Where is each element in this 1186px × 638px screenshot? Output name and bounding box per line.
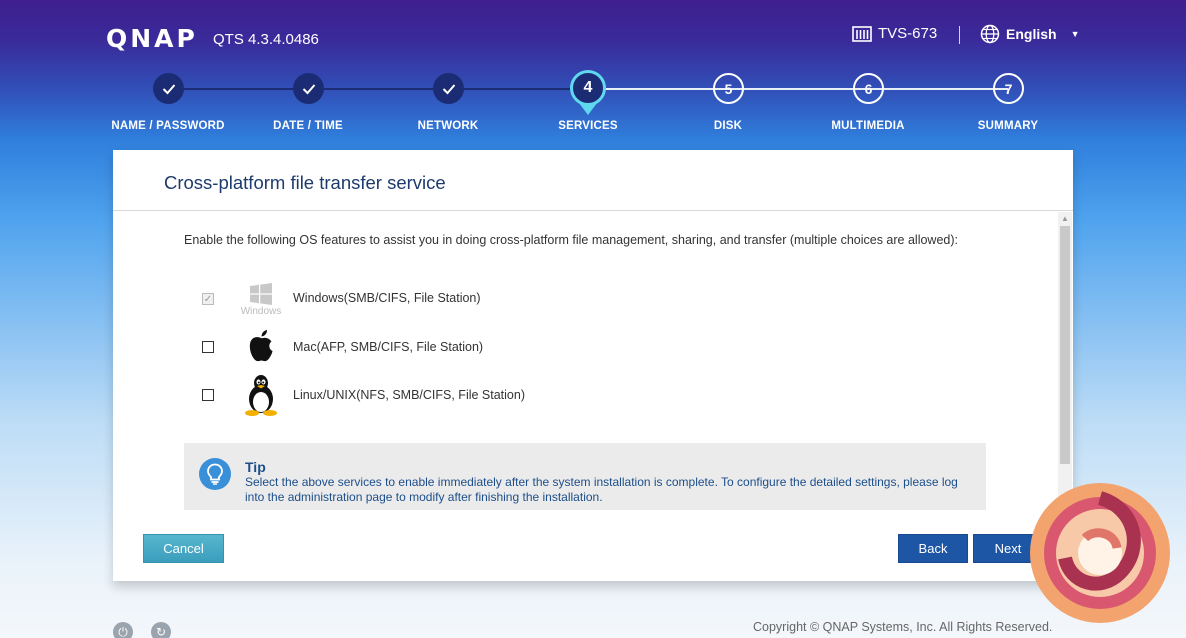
- windows-option-label: Windows(SMB/CIFS, File Station): [293, 291, 481, 305]
- option-mac: Mac(AFP, SMB/CIFS, File Station): [202, 329, 602, 365]
- tip-box: Tip Select the above services to enable …: [184, 443, 986, 510]
- services-dialog: Cross-platform file transfer service ▲ E…: [113, 150, 1073, 581]
- cancel-button[interactable]: Cancel: [143, 534, 224, 563]
- step-5-label: DISK: [713, 120, 743, 132]
- windows-logo: Windows: [236, 283, 286, 317]
- intro-text: Enable the following OS features to assi…: [184, 233, 958, 247]
- back-button[interactable]: Back: [898, 534, 968, 563]
- language-label: English: [1006, 26, 1057, 42]
- step-4-circle: 4: [570, 70, 606, 106]
- step-5-circle: 5: [713, 73, 744, 104]
- setup-wizard-page: { "header": { "logo_text": "QNAP", "vers…: [0, 0, 1186, 638]
- chevron-down-icon: ▼: [1070, 29, 1080, 39]
- copyright-text: Copyright © QNAP Systems, Inc. All Right…: [753, 620, 1053, 634]
- qnap-logo: QNAP: [106, 24, 198, 53]
- qts-version: QTS 4.3.4.0486: [213, 31, 319, 48]
- mac-checkbox[interactable]: [202, 341, 214, 353]
- globe-icon: [980, 24, 1000, 44]
- checkmark-icon: [162, 83, 175, 94]
- step-2-circle: [293, 73, 324, 104]
- mac-option-label: Mac(AFP, SMB/CIFS, File Station): [293, 340, 484, 354]
- linux-tux-icon: [245, 375, 277, 416]
- watermark-logo: [1030, 483, 1170, 623]
- tux-logo: [236, 374, 286, 416]
- content-scrollbar[interactable]: ▲: [1058, 212, 1072, 512]
- lightbulb-icon: [199, 458, 231, 490]
- tip-text: Select the above services to enable imme…: [245, 475, 958, 504]
- stepper-progress-line: [168, 88, 588, 90]
- nas-model-label: TVS-673: [878, 25, 938, 42]
- linux-checkbox[interactable]: [202, 389, 214, 401]
- apple-logo: [236, 329, 286, 363]
- nas-model: TVS-673: [852, 25, 937, 42]
- header-separator: [959, 26, 960, 44]
- restart-icon[interactable]: ↻: [151, 622, 171, 638]
- linux-option-label: Linux/UNIX(NFS, SMB/CIFS, File Station): [293, 388, 526, 402]
- step-3-label: NETWORK: [417, 120, 479, 132]
- dialog-title: Cross-platform file transfer service: [164, 172, 446, 193]
- windows-logo-caption: Windows: [240, 306, 282, 317]
- step-7-circle: 7: [993, 73, 1024, 104]
- step-2-label: DATE / TIME: [273, 120, 343, 132]
- step-6-circle: 6: [853, 73, 884, 104]
- checkmark-icon: [442, 83, 455, 94]
- apple-icon: [249, 330, 273, 362]
- scrollbar-thumb[interactable]: [1060, 226, 1070, 464]
- stepper-remaining-line: [588, 88, 1008, 90]
- option-windows: ✓ Windows Windows(SMB/CIFS, File Station…: [202, 281, 602, 317]
- scroll-up-arrow-icon[interactable]: ▲: [1061, 214, 1069, 223]
- step-1-label: NAME / PASSWORD: [111, 120, 225, 132]
- step-1-circle: [153, 73, 184, 104]
- option-linux: Linux/UNIX(NFS, SMB/CIFS, File Station): [202, 374, 602, 416]
- power-icon[interactable]: ⏻: [113, 622, 133, 638]
- tip-title: Tip: [245, 459, 266, 475]
- nas-device-icon: [852, 25, 872, 42]
- windows-icon: [250, 283, 272, 305]
- step-7-label: SUMMARY: [977, 120, 1039, 132]
- windows-checkbox[interactable]: ✓: [202, 293, 214, 305]
- dialog-divider: [113, 210, 1073, 211]
- language-selector[interactable]: English ▼: [980, 24, 1079, 44]
- step-6-label: MULTIMEDIA: [831, 120, 905, 132]
- step-3-circle: [433, 73, 464, 104]
- checkmark-icon: [302, 83, 315, 94]
- step-4-label: SERVICES: [558, 120, 618, 132]
